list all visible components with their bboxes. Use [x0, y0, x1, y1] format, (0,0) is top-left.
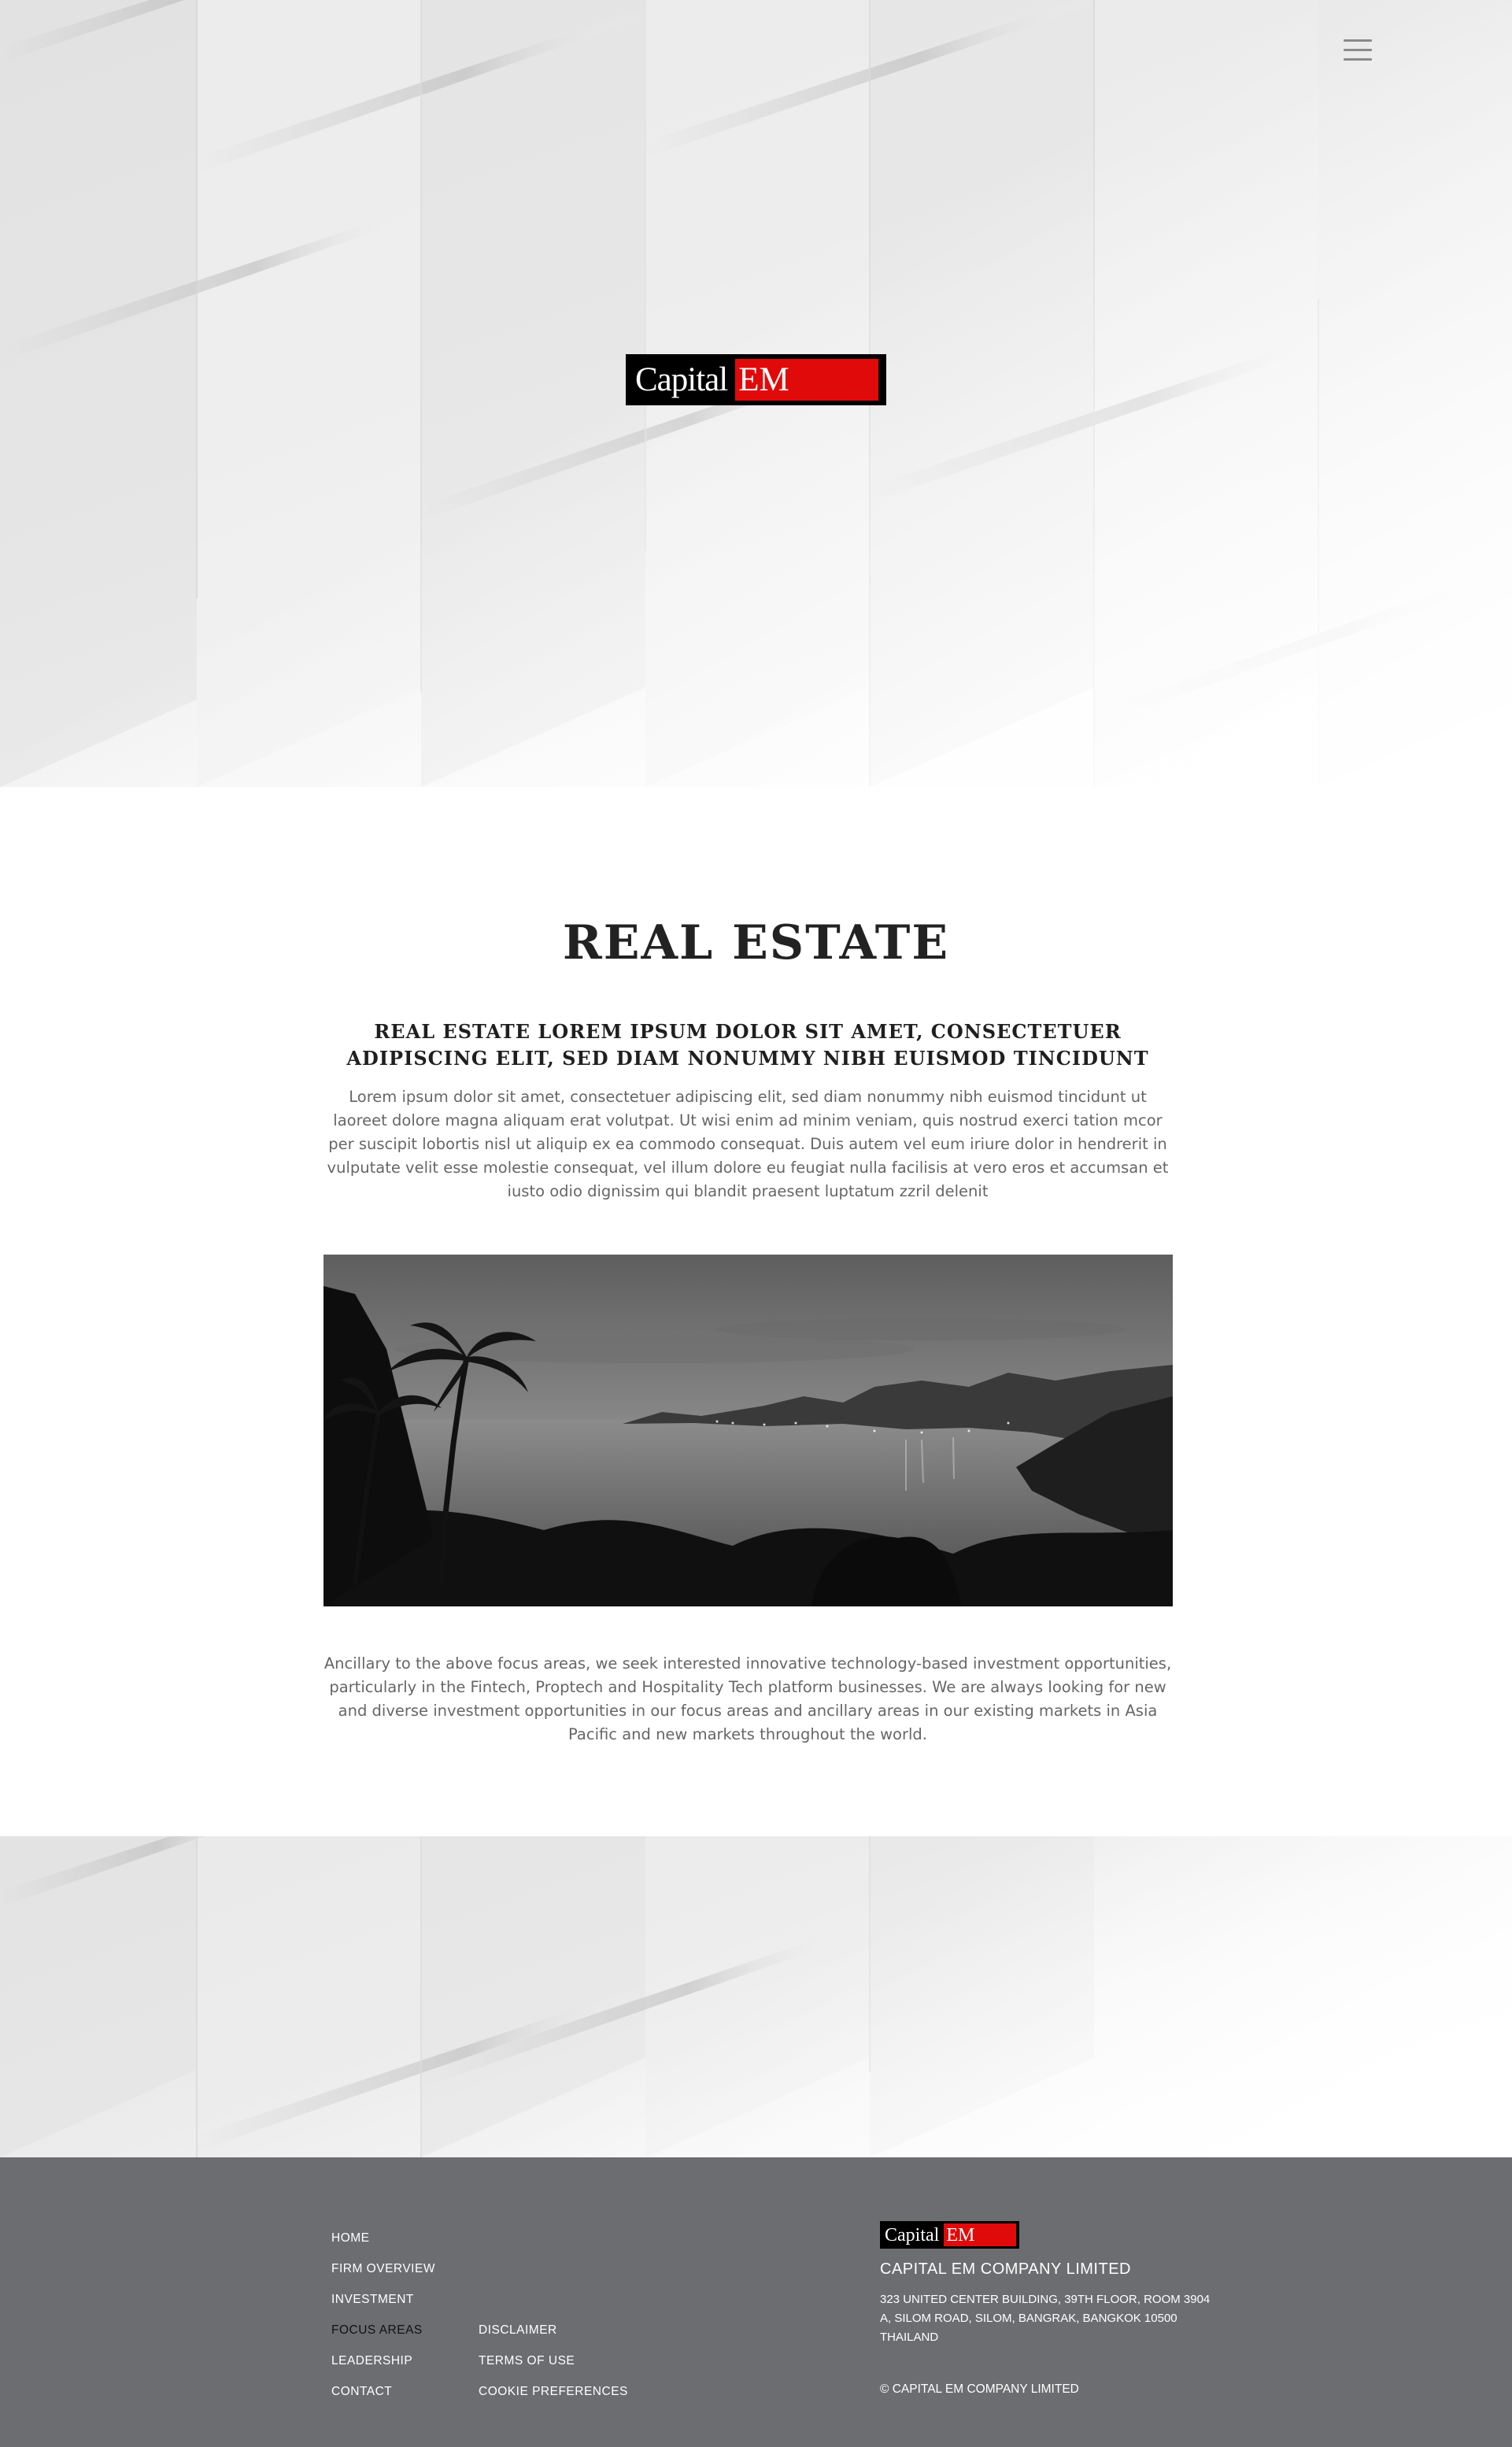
footer-logo[interactable]: Capital EM: [880, 2221, 1019, 2249]
body-paragraph: Ancillary to the above focus areas, we s…: [323, 1654, 1172, 1743]
company-address: 323 UNITED CENTER BUILDING, 39TH FLOOR, …: [880, 2293, 1211, 2344]
footer-nav-investment[interactable]: INVESTMENT: [331, 2293, 414, 2307]
decorative-band: [0, 1836, 1512, 2157]
footer-nav-leadership[interactable]: LEADERSHIP: [331, 2354, 412, 2368]
company-name: CAPITAL EM COMPANY LIMITED: [880, 2260, 1131, 2278]
footer-logo-word: Capital: [885, 2224, 940, 2246]
footer-nav-cookie-preferences[interactable]: COOKIE PREFERENCES: [479, 2385, 628, 2399]
page-subtitle: REAL ESTATE LOREM IPSUM DOLOR SIT AMET, …: [346, 1020, 1149, 1070]
capital-em-logo[interactable]: Capital EM: [626, 354, 886, 405]
page-title: REAL ESTATE: [562, 915, 950, 970]
copyright-notice: © CAPITAL EM COMPANY LIMITED: [880, 2382, 1079, 2396]
logo-mark: EM: [735, 359, 878, 401]
footer-logo-mark: EM: [944, 2223, 1016, 2246]
menu-button[interactable]: [1341, 39, 1374, 65]
logo-word: Capital: [635, 361, 728, 398]
coastline-photo: [323, 1255, 1173, 1606]
footer-nav-contact[interactable]: CONTACT: [331, 2385, 392, 2399]
footer-nav-home[interactable]: HOME: [331, 2231, 370, 2246]
intro-paragraph: Lorem ipsum dolor sit amet, consectetuer…: [327, 1088, 1169, 1200]
site-footer: [0, 2157, 1512, 2447]
footer-nav-terms-of-use[interactable]: TERMS OF USE: [479, 2354, 575, 2368]
footer-nav-disclaimer[interactable]: DISCLAIMER: [479, 2323, 557, 2338]
footer-nav-firm-overview[interactable]: FIRM OVERVIEW: [331, 2262, 435, 2276]
footer-nav-focus-areas[interactable]: FOCUS AREAS: [331, 2323, 423, 2338]
hamburger-icon: [1344, 39, 1372, 42]
